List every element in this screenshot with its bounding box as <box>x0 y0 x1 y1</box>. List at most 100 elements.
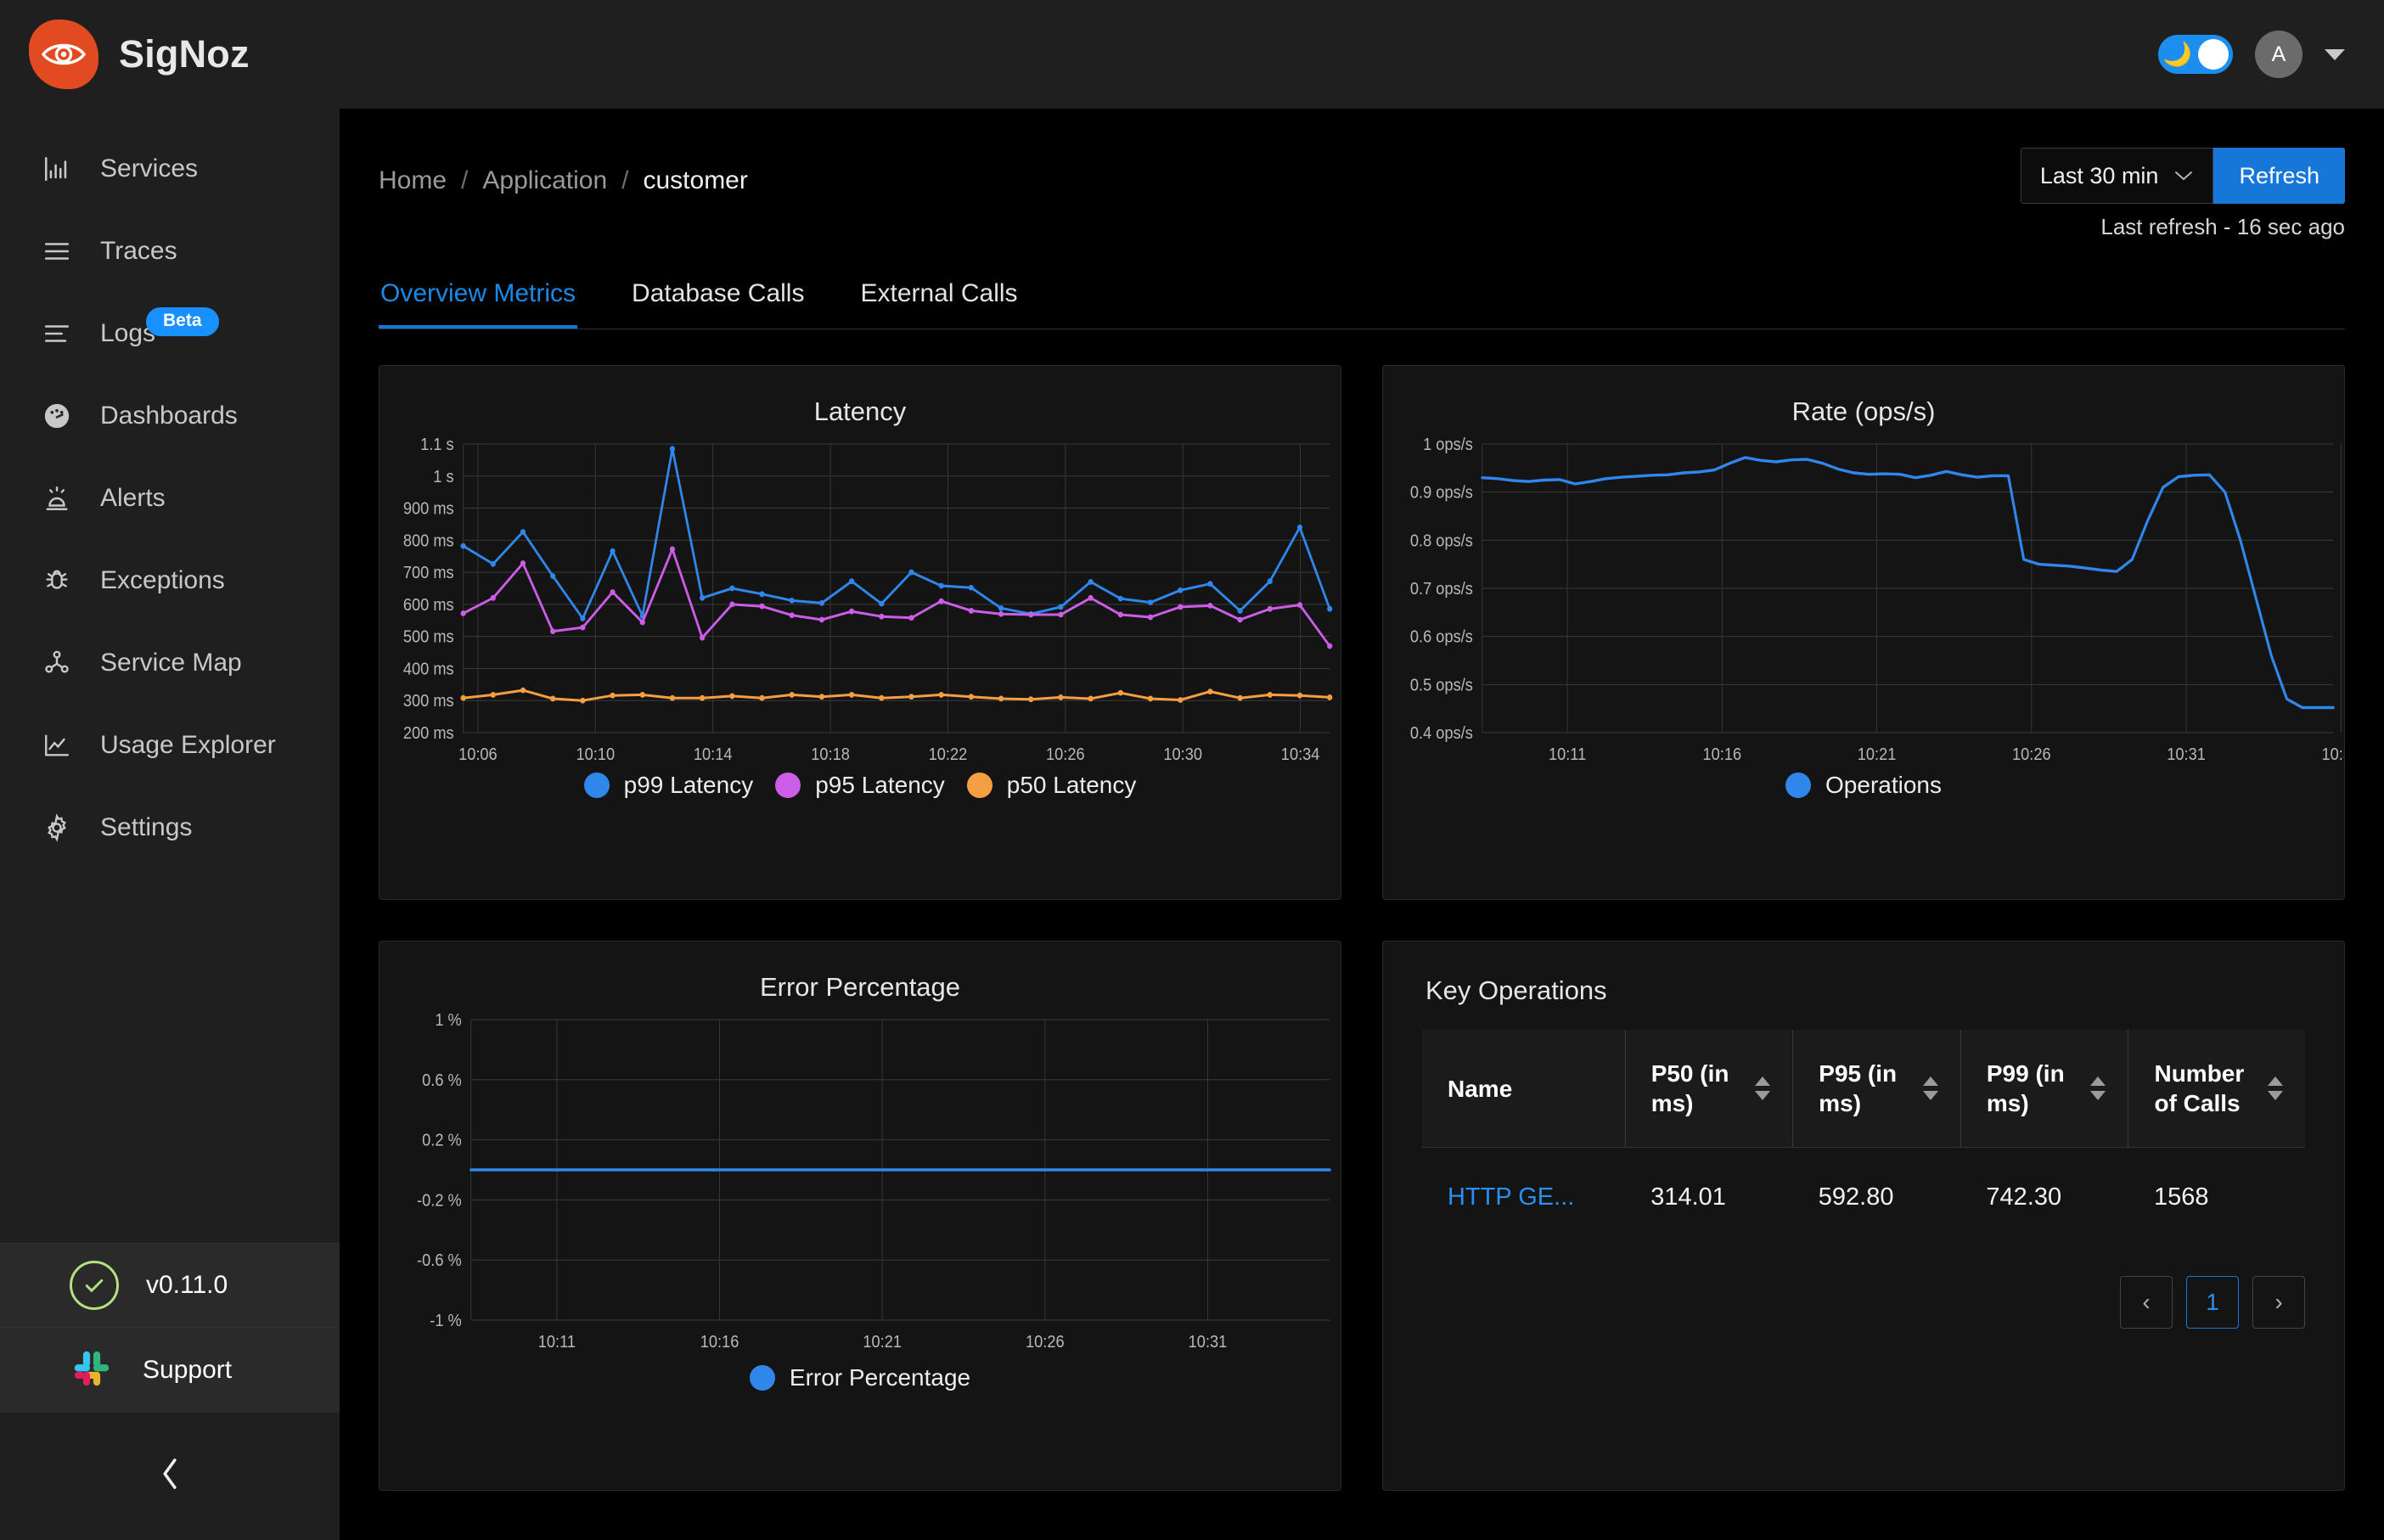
page-header: Home / Application / customer Last 30 mi… <box>379 109 2345 240</box>
sidebar-item-traces[interactable]: Traces <box>0 210 340 292</box>
rate-legend: Operations <box>1383 772 2344 799</box>
svg-text:800 ms: 800 ms <box>403 532 454 551</box>
legend-dot <box>749 1365 775 1391</box>
operation-link[interactable]: HTTP GE... <box>1448 1183 1574 1211</box>
sidebar-item-label: Usage Explorer <box>100 730 276 759</box>
sidebar-item-settings[interactable]: Settings <box>0 786 340 868</box>
brand-logo[interactable]: SigNoz <box>29 20 250 89</box>
column-header-p95[interactable]: P95 (in ms) <box>1792 1030 1961 1148</box>
svg-text:10:21: 10:21 <box>1858 745 1897 764</box>
sidebar-item-label: Traces <box>100 236 177 265</box>
table-body: HTTP GE... 314.01 592.80 742.30 1568 <box>1422 1148 2305 1248</box>
sidebar-item-alerts[interactable]: Alerts <box>0 457 340 539</box>
svg-text:10:11: 10:11 <box>538 1333 576 1352</box>
breadcrumb-separator: / <box>621 166 629 194</box>
tab-database-calls[interactable]: Database Calls <box>630 279 806 329</box>
error-percentage-chart[interactable]: -1 % -0.6 % -0.2 % 0.2 % 0.6 % 1 % 10:11 10:16 1… <box>380 1008 1341 1364</box>
svg-text:0.6 ops/s: 0.6 ops/s <box>1410 628 1473 647</box>
svg-text:300 ms: 300 ms <box>403 693 454 711</box>
pagination-prev-button[interactable]: ‹ <box>2120 1276 2173 1329</box>
sidebar-item-logs[interactable]: Logs Beta <box>0 292 340 374</box>
cell-p50: 314.01 <box>1650 1183 1726 1211</box>
column-header-name[interactable]: Name <box>1422 1030 1626 1148</box>
refresh-button[interactable]: Refresh <box>2213 148 2345 204</box>
breadcrumb: Home / Application / customer <box>379 148 748 195</box>
chevron-down-icon[interactable] <box>2325 48 2345 60</box>
tab-external-calls[interactable]: External Calls <box>858 279 1019 329</box>
sort-toggle-icon[interactable] <box>2090 1076 2106 1100</box>
latency-chart[interactable]: 200 ms 300 ms 400 ms 500 ms 600 ms 700 ms 800 … <box>380 432 1341 772</box>
legend-label: p99 Latency <box>623 772 754 798</box>
cell-p95: 592.80 <box>1818 1183 1894 1211</box>
sidebar-item-label: Service Map <box>100 648 242 677</box>
sidebar-item-exceptions[interactable]: Exceptions <box>0 539 340 621</box>
cell-name[interactable]: HTTP GE... <box>1422 1148 1625 1248</box>
bug-icon <box>41 565 73 597</box>
breadcrumb-home[interactable]: Home <box>379 166 447 195</box>
time-row: Last 30 min Refresh <box>2020 148 2345 204</box>
error-legend: Error Percentage <box>380 1364 1341 1391</box>
line-chart-icon <box>41 729 73 762</box>
pagination-next-button[interactable]: › <box>2252 1276 2305 1329</box>
column-header-number-of-calls[interactable]: Number of Calls <box>2128 1030 2305 1148</box>
svg-text:-0.2 %: -0.2 % <box>417 1192 462 1211</box>
sidebar-support-row[interactable]: Support <box>0 1328 340 1413</box>
panel-title: Error Percentage <box>759 972 961 1002</box>
sidebar-item-service-map[interactable]: Service Map <box>0 621 340 704</box>
time-range-value: Last 30 min <box>2039 162 2159 188</box>
sort-toggle-icon[interactable] <box>1922 1076 1938 1100</box>
legend-item[interactable]: p95 Latency <box>775 772 945 799</box>
main-content: Home / Application / customer Last 30 mi… <box>340 109 2384 1540</box>
sidebar-item-label: Exceptions <box>100 565 225 594</box>
svg-text:200 ms: 200 ms <box>403 724 454 743</box>
tab-overview-metrics[interactable]: Overview Metrics <box>379 279 578 329</box>
svg-text:10:34: 10:34 <box>1281 745 1320 764</box>
cell-number-of-calls: 1568 <box>2153 1183 2209 1211</box>
legend-item[interactable]: p50 Latency <box>966 772 1136 799</box>
chevron-down-icon <box>2173 165 2194 187</box>
tab-bar: Overview Metrics Database Calls External… <box>379 279 2345 329</box>
table-row: HTTP GE... 314.01 592.80 742.30 1568 <box>1422 1148 2305 1248</box>
svg-text:-1 %: -1 % <box>430 1312 461 1330</box>
signoz-app: SigNoz 🌙 A Services Traces Logs Beta Das… <box>0 0 2384 1540</box>
gear-icon <box>41 812 73 844</box>
theme-toggle[interactable]: 🌙 <box>2158 35 2233 74</box>
svg-text:10:11: 10:11 <box>1549 745 1586 764</box>
sidebar-version-row[interactable]: v0.11.0 <box>0 1243 340 1328</box>
key-operations-table: Name P50 (in ms) P95 (in ms) P99 (in ms)… <box>1422 1030 2305 1247</box>
sidebar-bottom: v0.11.0 Support <box>0 1243 340 1540</box>
sort-toggle-icon[interactable] <box>1755 1076 1771 1100</box>
signoz-eye-logo-icon <box>29 20 98 89</box>
legend-item[interactable]: Error Percentage <box>749 1364 970 1391</box>
svg-text:700 ms: 700 ms <box>403 564 454 582</box>
avatar[interactable]: A <box>2255 31 2302 78</box>
svg-text:0.2 %: 0.2 % <box>422 1132 462 1150</box>
sidebar-item-services[interactable]: Services <box>0 127 340 210</box>
table-header-row: Name P50 (in ms) P95 (in ms) P99 (in ms)… <box>1422 1030 2305 1148</box>
column-header-p50[interactable]: P50 (in ms) <box>1624 1030 1793 1148</box>
legend-item[interactable]: Operations <box>1785 772 1942 799</box>
chevron-left-icon[interactable] <box>157 1455 183 1498</box>
sidebar-item-dashboards[interactable]: Dashboards <box>0 374 340 457</box>
logs-beta-badge: Beta <box>146 307 219 336</box>
support-label: Support <box>143 1356 233 1384</box>
svg-text:500 ms: 500 ms <box>403 628 454 647</box>
column-header-p99[interactable]: P99 (in ms) <box>1959 1030 2128 1148</box>
version-label: v0.11.0 <box>146 1271 228 1299</box>
svg-text:10:30: 10:30 <box>1163 745 1202 764</box>
brand-name: SigNoz <box>119 32 250 76</box>
rate-chart[interactable]: 0.4 ops/s 0.5 ops/s 0.6 ops/s 0.7 ops/s 0.8 … <box>1383 432 2344 772</box>
breadcrumb-application[interactable]: Application <box>482 166 607 195</box>
sort-toggle-icon[interactable] <box>2268 1076 2283 1100</box>
svg-text:0.5 ops/s: 0.5 ops/s <box>1410 677 1473 695</box>
svg-text:10:31: 10:31 <box>2167 745 2206 764</box>
svg-text:10:26: 10:26 <box>1046 745 1085 764</box>
svg-text:0.4 ops/s: 0.4 ops/s <box>1410 724 1473 743</box>
legend-item[interactable]: p99 Latency <box>583 772 754 799</box>
top-bar: SigNoz 🌙 A <box>0 0 2384 109</box>
time-range-select[interactable]: Last 30 min <box>2020 148 2214 204</box>
svg-text:1 ops/s: 1 ops/s <box>1423 436 1473 454</box>
pagination-page-1[interactable]: 1 <box>2186 1276 2239 1329</box>
svg-text:900 ms: 900 ms <box>403 500 454 519</box>
sidebar-item-usage-explorer[interactable]: Usage Explorer <box>0 704 340 786</box>
